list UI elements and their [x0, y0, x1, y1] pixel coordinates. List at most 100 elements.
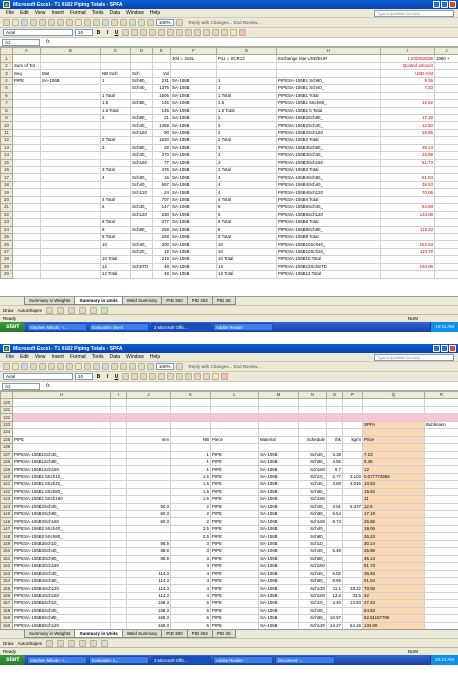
- cell[interactable]: [170, 405, 211, 415]
- cell[interactable]: [326, 405, 343, 415]
- cell[interactable]: [342, 428, 363, 437]
- reviewing-toolbar[interactable]: Reply with Changes... End Review...: [189, 20, 262, 25]
- cell[interactable]: PIPESA-106B2Sch160: [276, 128, 381, 138]
- cell[interactable]: [434, 143, 458, 153]
- cell[interactable]: 1: [170, 457, 211, 467]
- cell[interactable]: SA-106B: [170, 151, 217, 160]
- cell[interactable]: [434, 247, 458, 257]
- cell[interactable]: 1630: [152, 136, 171, 145]
- column-header[interactable]: I: [110, 391, 127, 400]
- cell[interactable]: [12, 136, 41, 145]
- cell[interactable]: [40, 270, 101, 279]
- cell[interactable]: 12: [216, 262, 277, 272]
- cell[interactable]: [110, 435, 127, 445]
- cell[interactable]: [342, 532, 363, 541]
- cell[interactable]: [216, 69, 277, 78]
- menu-data[interactable]: Data: [109, 354, 120, 360]
- cell[interactable]: [12, 262, 41, 272]
- percent-icon[interactable]: [167, 373, 174, 380]
- cell[interactable]: [424, 435, 458, 445]
- cell[interactable]: PIPE: [210, 621, 259, 629]
- cell[interactable]: [110, 532, 127, 541]
- cell[interactable]: SA-106B: [170, 210, 217, 220]
- print-icon[interactable]: [30, 19, 37, 26]
- cell[interactable]: [126, 562, 171, 571]
- rectangle-icon[interactable]: [68, 306, 76, 314]
- cell[interactable]: [110, 509, 127, 519]
- cell[interactable]: 9.7: [326, 465, 343, 474]
- cell[interactable]: [40, 262, 101, 272]
- cell[interactable]: Sch40_: [130, 121, 153, 130]
- cell[interactable]: 6: [170, 614, 211, 623]
- row-header[interactable]: 30: [0, 270, 13, 279]
- cell[interactable]: 2: [216, 113, 277, 123]
- cell[interactable]: PIPESA-106B1 5 Total: [276, 106, 381, 115]
- cell[interactable]: PIPE: [210, 539, 259, 549]
- help-question-input[interactable]: Type a question for help: [374, 9, 454, 17]
- sheet-tab-pid-360[interactable]: PID 360: [161, 297, 188, 305]
- oval-icon[interactable]: [79, 639, 87, 647]
- cell[interactable]: [434, 240, 458, 249]
- font-size-select[interactable]: 10: [75, 29, 93, 36]
- sheet-tab-pid-262[interactable]: PID 262: [186, 630, 213, 638]
- column-header[interactable]: M: [258, 391, 299, 400]
- cell[interactable]: [424, 413, 458, 422]
- cell[interactable]: [12, 203, 41, 212]
- row-header[interactable]: 22: [0, 210, 13, 220]
- cell[interactable]: [342, 398, 363, 407]
- cell[interactable]: 51.84: [380, 173, 435, 182]
- cell[interactable]: SA-106B: [170, 180, 217, 190]
- cell[interactable]: [12, 225, 41, 234]
- cell[interactable]: [424, 591, 458, 601]
- cell[interactable]: PIPESA-106B12SchSTD: [276, 262, 381, 272]
- cell[interactable]: Material: [258, 435, 299, 445]
- cell[interactable]: [170, 443, 211, 452]
- cell[interactable]: [424, 517, 458, 526]
- cell[interactable]: SA-106B: [170, 143, 217, 153]
- cell[interactable]: SA-106B: [258, 614, 299, 623]
- cell[interactable]: 1.5: [170, 495, 211, 504]
- cell[interactable]: [424, 554, 458, 564]
- cell[interactable]: 3.91: [326, 502, 343, 512]
- cell[interactable]: [342, 457, 363, 467]
- column-header[interactable]: B: [40, 47, 101, 56]
- cell[interactable]: PIPE: [210, 509, 259, 519]
- column-header[interactable]: O: [326, 391, 343, 400]
- cell[interactable]: SA-106B: [258, 576, 299, 586]
- cell[interactable]: 8.56: [326, 576, 343, 586]
- cell[interactable]: Sch10_: [298, 539, 327, 549]
- cell[interactable]: [424, 547, 458, 556]
- autosum-icon[interactable]: [111, 19, 118, 26]
- row-header[interactable]: 28: [0, 255, 13, 264]
- cell[interactable]: 15.62: [362, 487, 425, 497]
- row-header[interactable]: 157: [0, 599, 13, 608]
- cell[interactable]: [40, 232, 101, 242]
- cell[interactable]: Mat: [40, 69, 101, 78]
- cell[interactable]: PIPE: [210, 576, 259, 586]
- cell[interactable]: 4 Total: [216, 195, 277, 205]
- autoshapes-menu[interactable]: AutoShapes: [18, 641, 43, 646]
- cell[interactable]: 2.77: [326, 472, 343, 482]
- cell[interactable]: [424, 465, 458, 474]
- cell[interactable]: [110, 547, 127, 556]
- column-header[interactable]: C: [100, 47, 131, 56]
- row-header[interactable]: 12: [0, 136, 13, 145]
- cell[interactable]: [130, 218, 153, 227]
- column-header[interactable]: L: [210, 391, 259, 400]
- cell[interactable]: [380, 106, 435, 115]
- cell[interactable]: 1.5: [170, 472, 211, 482]
- cell[interactable]: PIPESA-106B1 5Sch80_: [12, 487, 111, 497]
- cell[interactable]: [110, 554, 127, 564]
- cell[interactable]: SA-106B: [170, 255, 217, 264]
- cell[interactable]: [434, 210, 458, 220]
- cell[interactable]: [100, 151, 131, 160]
- row-header[interactable]: 146: [0, 517, 13, 526]
- cell[interactable]: SA-106B: [258, 599, 299, 608]
- cell[interactable]: 5.49: [326, 547, 343, 556]
- comma-icon[interactable]: [176, 29, 183, 36]
- cell[interactable]: PIPESA-106B3Sch10_: [12, 539, 111, 549]
- cell[interactable]: 4: [216, 188, 277, 197]
- new-icon[interactable]: [3, 19, 10, 26]
- cell[interactable]: [12, 91, 41, 101]
- cell[interactable]: Sch80_: [130, 225, 153, 234]
